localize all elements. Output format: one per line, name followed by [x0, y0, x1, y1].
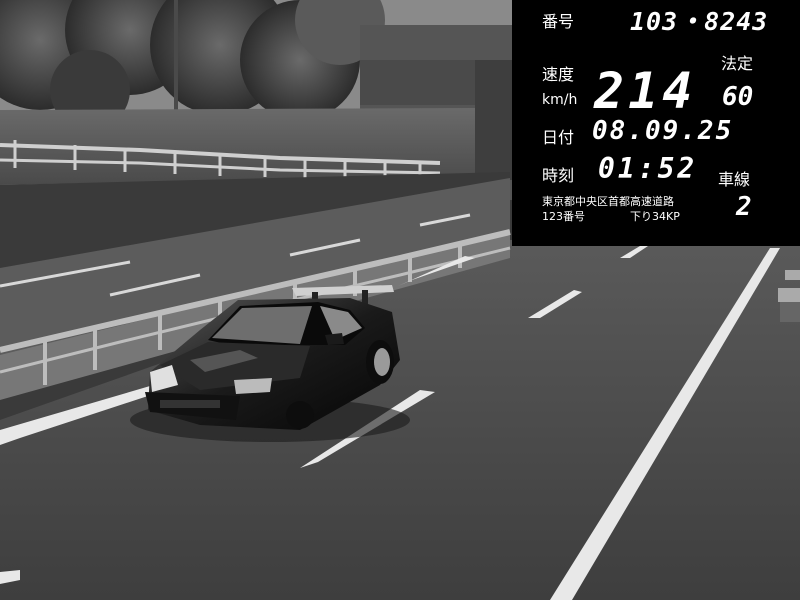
- hud-panel: 番号 103・8243 速度 km/h 214 法定 60 日付 08.09.2…: [512, 0, 800, 246]
- plate-value: 103・8243: [630, 7, 769, 36]
- direction-label: 下り34KP: [630, 210, 680, 223]
- time-label: 時刻: [542, 166, 575, 185]
- time-value: 01:52: [598, 152, 698, 185]
- lane-value: 2: [736, 192, 752, 222]
- location-line1: 東京都中央区首都高速道路: [542, 195, 674, 208]
- speed-unit: km/h: [542, 92, 578, 108]
- speed-label: 速度: [542, 65, 575, 84]
- date-value: 08.09.25: [592, 116, 734, 146]
- limit-label: 法定: [721, 54, 754, 73]
- date-label: 日付: [542, 128, 575, 147]
- game-scene: 番号 103・8243 速度 km/h 214 法定 60 日付 08.09.2…: [0, 0, 800, 600]
- lane-label: 車線: [718, 170, 751, 189]
- plate-label: 番号: [542, 12, 575, 31]
- location-line2: 123番号: [542, 210, 585, 223]
- speed-value: 214: [594, 62, 697, 120]
- limit-value: 60: [722, 82, 754, 112]
